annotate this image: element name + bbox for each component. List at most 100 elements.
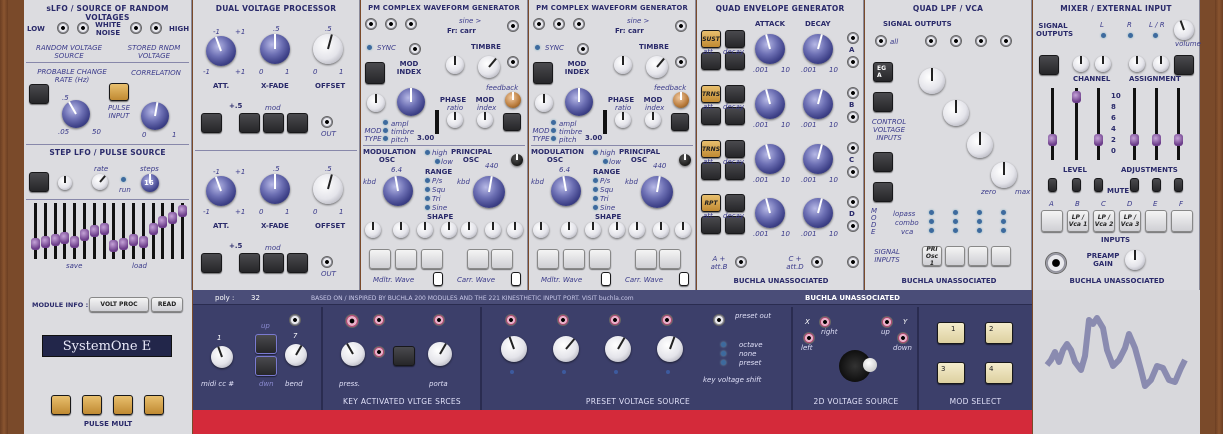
joystick-cap[interactable] [863,358,877,372]
lpf-out-1[interactable] [925,35,937,47]
cv-button-3[interactable] [873,152,893,172]
ratio-knob[interactable] [447,112,463,128]
step-slider-cap[interactable] [70,236,80,248]
mix-in-d[interactable]: LP / Vca 3 [1119,210,1141,232]
mix-fader[interactable] [1048,88,1057,160]
step-slider[interactable] [158,203,168,259]
midi-jack[interactable] [289,314,301,326]
env-gate-jack[interactable] [847,56,859,68]
lpf-out-4[interactable] [1000,35,1012,47]
env-out-jack[interactable] [847,142,859,154]
pm-top-jack[interactable] [365,18,377,30]
pm-lower-knob[interactable] [609,222,625,238]
mix-fader-cap[interactable] [1072,90,1081,103]
preset-jack[interactable] [609,314,621,326]
volume-knob[interactable] [1174,20,1194,40]
env-button[interactable] [725,85,745,103]
env-gate-jack[interactable] [847,166,859,178]
step-slider-cap[interactable] [178,205,187,218]
env-out-jack[interactable] [847,87,859,99]
pulse-input-button[interactable] [109,83,129,101]
read-button[interactable]: READ [151,297,183,312]
mix-in-f[interactable] [1171,210,1193,232]
pm-in-btn[interactable] [635,249,657,269]
env-cd-jack[interactable] [811,256,823,268]
decay-knob[interactable] [803,144,833,174]
fine-knob[interactable] [679,154,691,166]
lpf-in-3[interactable] [968,246,988,266]
pm-btn[interactable] [671,113,689,131]
pm-top-jack[interactable] [553,18,565,30]
load-label[interactable]: load [132,262,147,270]
step-slider[interactable] [89,203,99,259]
preset-knob[interactable] [605,336,631,362]
mixer-btn-right[interactable] [1174,55,1194,75]
pm-lower-knob[interactable] [629,222,645,238]
pm-lower-knob[interactable] [417,222,433,238]
lpf-in-2[interactable] [945,246,965,266]
preset-jack[interactable] [661,314,673,326]
preset-out-jack[interactable] [713,314,725,326]
attack-knob[interactable] [755,34,785,64]
pm-lower-knob[interactable] [393,222,409,238]
index-knob[interactable] [397,88,425,116]
probable-change-knob[interactable] [62,100,90,128]
channel-knob-1[interactable] [1073,56,1089,72]
bend-knob[interactable] [285,344,307,366]
slfo-jack-2[interactable] [77,22,89,34]
env-button[interactable] [725,194,745,212]
x-left-jack[interactable] [803,332,815,344]
step-slider[interactable] [80,203,89,259]
pulse-mult-3[interactable] [113,395,133,415]
step-slider-cap[interactable] [148,222,158,235]
pm-in-btn[interactable] [467,249,489,269]
y-up-jack[interactable] [881,316,893,328]
pm-top-jack[interactable] [385,18,397,30]
pm-lower-knob[interactable] [675,222,691,238]
cv-button-2[interactable] [873,92,893,112]
step-slider-cap[interactable] [158,216,168,229]
mix-fader[interactable] [1072,88,1081,160]
step-trigger-button[interactable] [29,172,49,192]
slfo-jack-3[interactable] [130,22,142,34]
mix-fader-cap[interactable] [1174,134,1183,147]
dual-button[interactable] [263,113,284,133]
att-knob[interactable] [206,176,236,206]
mix-fader[interactable] [1130,88,1139,160]
volt-proc-button[interactable]: VOLT PROC [89,297,149,312]
pm-jack[interactable] [577,43,589,55]
step-slider-cap[interactable] [50,233,60,246]
pm-jack[interactable] [507,20,519,32]
pm-lower-knob[interactable] [365,222,381,238]
dual-button[interactable] [287,113,308,133]
pm-lower-knob[interactable] [441,222,457,238]
mix-fader-cap[interactable] [1094,134,1103,147]
step-small-knob[interactable] [58,176,72,190]
timbre-knob-s[interactable] [446,56,464,74]
dual-button[interactable] [287,253,308,273]
lpf-out-3[interactable] [975,35,987,47]
attack-knob[interactable] [755,198,785,228]
pulse-mult-2[interactable] [82,395,102,415]
carr-freq-knob[interactable] [473,176,505,208]
dual-button[interactable] [239,113,260,133]
assign-knob-2[interactable] [1153,56,1169,72]
index-knob[interactable] [565,88,593,116]
idx-knob[interactable] [645,112,661,128]
step-slider-cap[interactable] [89,225,99,237]
lpf-knob-1[interactable] [919,68,945,94]
att-knob[interactable] [206,36,236,66]
env-mode-button[interactable]: SUST [701,30,721,48]
mix-fader-cap[interactable] [1152,134,1161,147]
step-slider[interactable] [40,203,50,259]
mute-switch[interactable] [1048,178,1057,192]
rate-knob[interactable] [92,174,108,190]
step-slider[interactable] [50,203,60,259]
pm-lower-knob[interactable] [561,222,577,238]
lpf-in-4[interactable] [991,246,1011,266]
timbre-knob[interactable] [478,56,500,78]
kavs-jack-4[interactable] [433,314,445,326]
env-out-jack[interactable] [847,196,859,208]
index-knob-s[interactable] [535,94,553,112]
pulse-mult-4[interactable] [144,395,164,415]
